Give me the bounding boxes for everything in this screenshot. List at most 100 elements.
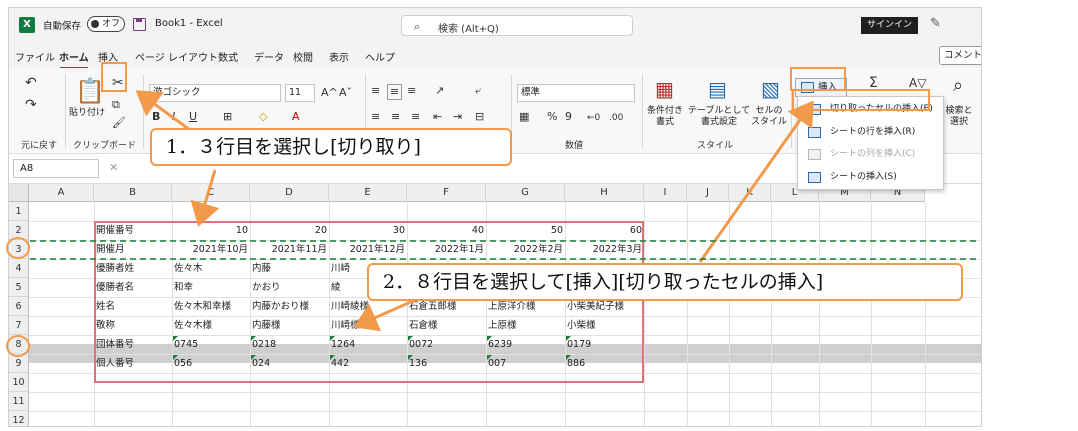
search-input[interactable]: ⌕ 検索 (Alt+Q) <box>401 15 633 36</box>
cell-f9[interactable]: 136 <box>407 354 486 373</box>
find-icon[interactable]: ⌕ <box>953 76 963 96</box>
menu-file[interactable]: ファイル <box>15 49 55 64</box>
align-center-icon[interactable]: ≡ <box>391 110 400 124</box>
font-color-icon[interactable]: A <box>292 110 300 124</box>
underline-icon[interactable]: U <box>189 110 197 124</box>
bold-icon[interactable]: B <box>152 110 160 124</box>
cell-g7[interactable]: 上原様 <box>486 316 565 335</box>
grow-font-icon[interactable]: A^ <box>321 86 338 100</box>
sort-filter-icon[interactable]: A▽ <box>909 76 926 90</box>
align-middle-icon[interactable]: ≡ <box>387 84 403 100</box>
row-header-7[interactable]: 7 <box>9 316 29 335</box>
copy-icon[interactable]: ⧉ <box>112 98 120 112</box>
cell-e9[interactable]: 442 <box>329 354 407 373</box>
fill-color-icon[interactable]: ◇ <box>259 110 267 124</box>
number-format-select[interactable]: 標準 <box>517 84 635 102</box>
column-header-g[interactable]: G <box>486 184 565 202</box>
cell-b6[interactable]: 姓名 <box>94 297 172 316</box>
column-header-f[interactable]: F <box>407 184 486 202</box>
cell-c2[interactable]: 10 <box>172 221 250 240</box>
row-header-12[interactable]: 12 <box>9 411 29 426</box>
shrink-font-icon[interactable]: Aˇ <box>339 86 352 100</box>
cell-c6[interactable]: 佐々木和幸様 <box>172 297 250 316</box>
menu-data[interactable]: データ <box>254 49 284 64</box>
cell-c7[interactable]: 佐々木様 <box>172 316 250 335</box>
currency-icon[interactable]: ▦ <box>519 110 529 124</box>
cell-d6[interactable]: 内藤かおり様 <box>250 297 329 316</box>
cell-h9[interactable]: 886 <box>565 354 644 373</box>
cell-b4[interactable]: 優勝者姓 <box>94 259 172 278</box>
cell-g8[interactable]: 6239 <box>486 335 565 354</box>
column-header-k[interactable]: K <box>729 184 771 202</box>
column-header-d[interactable]: D <box>250 184 329 202</box>
indent-decrease-icon[interactable]: ⇤ <box>433 110 442 124</box>
cell-d3[interactable]: 2021年11月 <box>250 240 329 259</box>
cell-f8[interactable]: 0072 <box>407 335 486 354</box>
row-header-11[interactable]: 11 <box>9 392 29 411</box>
percent-icon[interactable]: % <box>547 110 557 124</box>
format-table-icon[interactable]: ▤ <box>708 78 727 100</box>
cell-c4[interactable]: 佐々木 <box>172 259 250 278</box>
format-painter-icon[interactable]: 🖌 <box>112 116 126 130</box>
pen-icon[interactable]: ✎ <box>930 16 941 31</box>
column-header-i[interactable]: I <box>644 184 687 202</box>
increase-decimal-icon[interactable]: ←0 <box>587 111 600 125</box>
cell-d7[interactable]: 内藤様 <box>250 316 329 335</box>
column-header-h[interactable]: H <box>565 184 644 202</box>
redo-icon[interactable]: ↷ <box>25 98 37 112</box>
cell-g3[interactable]: 2022年2月 <box>486 240 565 259</box>
save-icon[interactable] <box>133 18 146 31</box>
menu-page-layout[interactable]: ページ レイアウト <box>135 49 218 64</box>
column-header-c[interactable]: C <box>172 184 250 202</box>
conditional-format-label[interactable]: 条件付き 書式 <box>641 106 689 128</box>
cell-d4[interactable]: 内藤 <box>250 259 329 278</box>
cell-c3[interactable]: 2021年10月 <box>172 240 250 259</box>
row-header-10[interactable]: 10 <box>9 373 29 392</box>
name-box[interactable]: A8 <box>13 159 99 178</box>
cell-e7[interactable]: 川崎様 <box>329 316 407 335</box>
wrap-text-icon[interactable]: ⤶ <box>475 84 481 98</box>
column-header-j[interactable]: J <box>687 184 729 202</box>
font-name-select[interactable]: 游ゴシック <box>149 84 281 102</box>
row-header-6[interactable]: 6 <box>9 297 29 316</box>
align-top-icon[interactable]: ≡ <box>371 84 380 98</box>
menu-view[interactable]: 表示 <box>329 49 349 64</box>
cell-d8[interactable]: 0218 <box>250 335 329 354</box>
comment-button[interactable]: コメント <box>939 46 981 65</box>
italic-icon[interactable]: I <box>172 110 175 124</box>
orientation-icon[interactable]: ↗ <box>435 84 444 98</box>
comma-icon[interactable]: 9 <box>565 110 572 124</box>
cell-f2[interactable]: 40 <box>407 221 486 240</box>
row-header-1[interactable]: 1 <box>9 202 29 221</box>
signin-button[interactable]: サインイン <box>861 17 918 34</box>
find-select-label[interactable]: 検索と 選択 <box>939 106 979 128</box>
font-size-select[interactable]: 11 <box>285 84 315 102</box>
column-header-a[interactable]: A <box>29 184 94 202</box>
row-header-4[interactable]: 4 <box>9 259 29 278</box>
cell-f7[interactable]: 石倉様 <box>407 316 486 335</box>
cell-g9[interactable]: 007 <box>486 354 565 373</box>
column-header-b[interactable]: B <box>94 184 172 202</box>
cell-c5[interactable]: 和幸 <box>172 278 250 297</box>
cell-styles-label[interactable]: セルの スタイル <box>749 106 789 128</box>
cell-e8[interactable]: 1264 <box>329 335 407 354</box>
row-header-5[interactable]: 5 <box>9 278 29 297</box>
align-left-icon[interactable]: ≡ <box>371 110 380 124</box>
conditional-format-icon[interactable]: ▦ <box>655 78 674 100</box>
cell-f3[interactable]: 2022年1月 <box>407 240 486 259</box>
menu-insert-sheet[interactable]: シートの挿入(S) <box>798 167 944 188</box>
cell-e2[interactable]: 30 <box>329 221 407 240</box>
column-header-e[interactable]: E <box>329 184 407 202</box>
cancel-icon[interactable]: ✕ <box>109 161 118 174</box>
cell-g2[interactable]: 50 <box>486 221 565 240</box>
cell-d5[interactable]: かおり <box>250 278 329 297</box>
indent-increase-icon[interactable]: ⇥ <box>453 110 462 124</box>
cell-b8[interactable]: 団体番号 <box>94 335 172 354</box>
cell-b9[interactable]: 個人番号 <box>94 354 172 373</box>
decrease-decimal-icon[interactable]: .00 <box>609 111 623 125</box>
menu-formulas[interactable]: 数式 <box>218 49 238 64</box>
undo-icon[interactable]: ↶ <box>25 76 37 90</box>
select-all-corner[interactable] <box>9 184 29 202</box>
worksheet-grid[interactable]: A B C D E F G H I J K L M N 1 2 開催番号 10 20 30 40 50 60 3 開催月 2021… <box>9 184 981 426</box>
merge-icon[interactable]: ⊟ <box>475 110 484 124</box>
